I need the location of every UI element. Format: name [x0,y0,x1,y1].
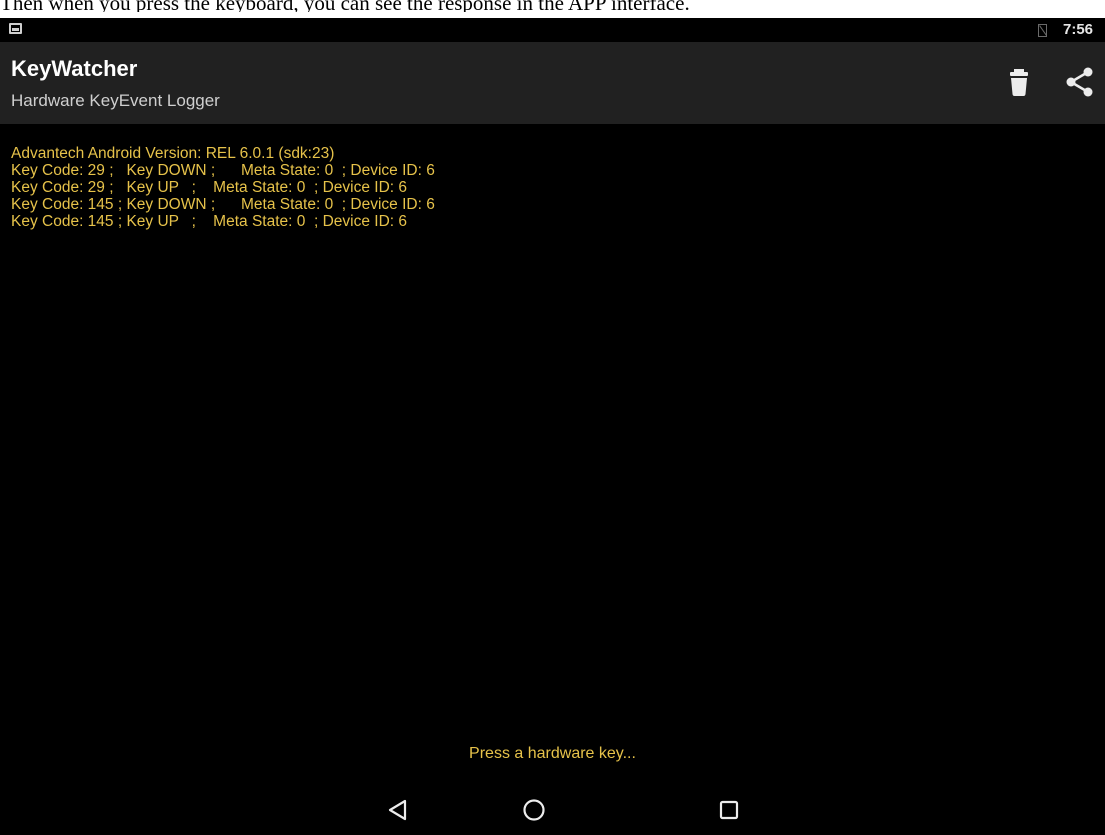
delete-button[interactable] [1001,61,1037,101]
home-button[interactable] [514,790,554,830]
home-icon [523,799,545,821]
share-button[interactable] [1061,61,1097,101]
log-line: Key Code: 145 ; Key DOWN ; Meta State: 0… [11,196,435,213]
recents-icon [719,800,739,820]
log-line: Key Code: 145 ; Key UP ; Meta State: 0 ;… [11,213,408,230]
status-bar: 7:56 [0,18,1105,42]
key-event-log: Advantech Android Version: REL 6.0.1 (sd… [11,145,435,230]
log-line: Key Code: 29 ; Key UP ; Meta State: 0 ; … [11,179,408,196]
navigation-bar [0,780,1105,835]
app-bar: KeyWatcher Hardware KeyEvent Logger [0,42,1105,124]
recents-button[interactable] [709,790,749,830]
device-screen: 7:56 KeyWatcher Hardware KeyEvent Logger… [0,18,1105,835]
caption-text: Then when you press the keyboard, you ca… [0,0,690,12]
log-line: Key Code: 29 ; Key DOWN ; Meta State: 0 … [11,162,435,179]
log-line-version: Advantech Android Version: REL 6.0.1 (sd… [11,145,335,162]
status-clock: 7:56 [1063,21,1094,38]
no-sim-icon [1038,24,1047,37]
app-subtitle: Hardware KeyEvent Logger [11,91,220,110]
back-button[interactable] [378,790,418,830]
back-icon [388,799,407,821]
trash-icon [1010,69,1028,96]
app-title: KeyWatcher [11,56,138,81]
image-notification-icon [9,23,22,34]
share-icon [1066,67,1093,97]
press-key-hint: Press a hardware key... [469,745,636,762]
